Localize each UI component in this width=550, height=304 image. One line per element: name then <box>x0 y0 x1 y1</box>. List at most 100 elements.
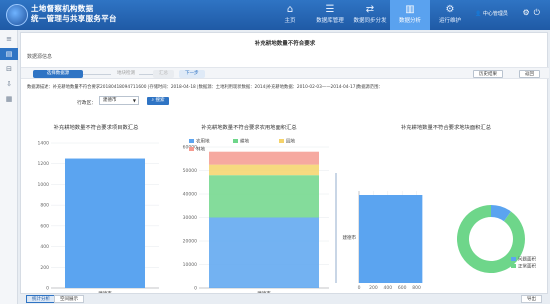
y-tick-label: 600 <box>40 223 49 229</box>
brand-line-2: 统一管理与共享服务平台 <box>31 14 117 23</box>
nav-item-1[interactable]: ☰ 数据库管理 <box>310 0 350 30</box>
history-results-button[interactable]: 历史结果 <box>473 70 503 78</box>
y-tick-label: 10000 <box>183 262 197 268</box>
chart3-title: 补充耕地数量不符合要求地块面积汇总 <box>400 125 492 131</box>
step-connector <box>139 74 153 75</box>
region-select[interactable]: 建德市 ▼ <box>99 96 139 105</box>
stacked-bar-segment <box>209 175 319 218</box>
top-bar: 土地督察机构数据 统一管理与共享服务平台 ⌂ 主页 ☰ 数据库管理 ⇄ 数据同步分发 ▥ 数据… <box>0 0 550 30</box>
database-icon: ☰ <box>325 4 335 15</box>
user-name: 中心管理员 <box>482 11 508 17</box>
legend-swatch <box>279 139 284 143</box>
chart1-title: 补充耕地数量不符合要求项目数汇总 <box>53 125 139 131</box>
left-sidebar: ≡ ▤ ⊟ ⇩ ▦ <box>0 30 18 304</box>
chart-icon: ▥ <box>405 4 415 15</box>
logo <box>6 4 28 26</box>
x-tick-label: 800 <box>412 285 421 291</box>
nav-label: 数据分析 <box>398 18 421 24</box>
analysis-panel: 补充耕地数量不符合要求 数据源信息 选择数据源 地块检测 汇总 下一步 历史结果… <box>20 32 549 294</box>
nav-item-0[interactable]: ⌂ 主页 <box>270 0 310 30</box>
stacked-bar-segment <box>209 151 319 165</box>
power-icon[interactable]: ⏻ <box>534 8 544 17</box>
nav-label: 数据同步分发 <box>353 18 387 24</box>
y-tick-label: 30000 <box>183 215 197 221</box>
y-tick-label: 1200 <box>38 161 50 167</box>
charts-area: 0 200 400 600 800 1000 1200 1400 建德市 0 10000 20000 3… <box>38 138 537 294</box>
y-tick-label: 1400 <box>38 141 50 147</box>
legend-label: 正常面积 <box>518 263 536 270</box>
tab-statistics[interactable]: 统计分析 <box>26 295 56 303</box>
x-tick-label: 建德市 <box>257 290 271 293</box>
y-tick-label: 400 <box>40 244 49 250</box>
step-select-source[interactable]: 选择数据源 <box>33 70 83 78</box>
chevron-down-icon: ▼ <box>132 98 136 103</box>
x-tick-label: 400 <box>384 285 393 291</box>
search-button-label: 搜索 <box>155 98 165 103</box>
region-label: 行政区： <box>77 101 97 106</box>
step-summary[interactable]: 汇总 <box>153 70 174 78</box>
share-icon: ⇄ <box>365 4 375 15</box>
y-tick-label: 0 <box>194 286 197 292</box>
x-tick-label: 200 <box>369 285 378 291</box>
settings-icon: ⚙ <box>445 4 455 15</box>
legend-swatch <box>511 264 516 268</box>
region-select-value: 建德市 <box>103 98 117 103</box>
user-info[interactable]: 👤 中心管理员 <box>475 10 508 17</box>
bookmark-icon[interactable]: ⊟ <box>0 63 18 75</box>
legend-swatch <box>233 139 238 143</box>
nav-item-3[interactable]: ▥ 数据分析 <box>390 0 430 30</box>
grid-icon[interactable]: ▦ <box>0 93 18 105</box>
download-icon[interactable]: ⇩ <box>0 78 18 90</box>
section-label: 数据源信息 <box>27 54 53 60</box>
data-source-info: 数据源描述：补充耕地数量不符合要求20180418094711600 |存储时间… <box>27 85 383 90</box>
user-icon: 👤 <box>475 11 482 17</box>
brand-title: 土地督察机构数据 统一管理与共享服务平台 <box>31 4 117 24</box>
window-controls: ⚙⏻ <box>523 8 545 18</box>
y-tick-label: 40000 <box>183 192 197 198</box>
search-button[interactable]: ⌕ 搜索 <box>147 97 169 105</box>
stacked-bar-segment <box>209 164 319 176</box>
y-tick-label: 20000 <box>183 239 197 245</box>
y-tick-label: 建德市 <box>343 234 357 241</box>
home-icon: ⌂ <box>286 4 294 15</box>
y-tick-label: 800 <box>40 203 49 209</box>
nav-label: 运行维护 <box>438 18 461 24</box>
search-icon: ⌕ <box>151 98 155 103</box>
chart2-title: 补充耕地数量不符合要求农用地面积汇总 <box>201 125 297 131</box>
list-icon[interactable]: ▤ <box>0 48 18 60</box>
pie-slice <box>456 205 525 273</box>
legend-label: 园地 <box>286 138 295 145</box>
y-tick-label: 1000 <box>38 182 50 188</box>
y-tick-label: 50000 <box>183 168 197 174</box>
settings-icon[interactable]: ⚙ <box>523 8 534 17</box>
legend-label: 农用地 <box>196 138 210 145</box>
step-connector <box>83 74 111 75</box>
step-plot-check[interactable]: 地块检测 <box>111 70 141 78</box>
legend-label: 耕地 <box>240 138 249 145</box>
tab-spatial[interactable]: 空间展示 <box>54 295 84 303</box>
bar <box>65 158 145 288</box>
main-nav: ⌂ 主页 ☰ 数据库管理 ⇄ 数据同步分发 ▥ 数据分析 ⚙ 运行维护 <box>270 0 470 30</box>
bar <box>359 195 423 283</box>
legend-label: 问题面积 <box>518 256 536 263</box>
legend-label: 林地 <box>196 146 205 153</box>
export-button[interactable]: 导出 <box>521 295 542 303</box>
nav-item-4[interactable]: ⚙ 运行维护 <box>430 0 470 30</box>
bottom-toolbar: 统计分析 空间展示 导出 <box>20 294 548 304</box>
x-tick-label: 600 <box>398 285 407 291</box>
nav-item-2[interactable]: ⇄ 数据同步分发 <box>350 0 390 30</box>
legend-swatch <box>511 257 516 261</box>
x-tick-label: 建德市 <box>98 290 112 293</box>
scrollbar <box>335 173 337 283</box>
step-wizard: 选择数据源 地块检测 汇总 下一步 历史结果 返回 <box>21 67 549 79</box>
nav-label: 数据库管理 <box>316 18 344 24</box>
brand-line-1: 土地督察机构数据 <box>31 4 94 13</box>
page-title: 补充耕地数量不符合要求 <box>254 41 316 47</box>
nav-label: 主页 <box>284 18 296 24</box>
menu-icon[interactable]: ≡ <box>0 33 18 45</box>
stacked-bar-segment <box>209 217 319 288</box>
legend-swatch <box>189 147 194 151</box>
back-button[interactable]: 返回 <box>519 70 540 78</box>
y-tick-label: 200 <box>40 265 49 271</box>
next-step-button[interactable]: 下一步 <box>179 70 205 78</box>
